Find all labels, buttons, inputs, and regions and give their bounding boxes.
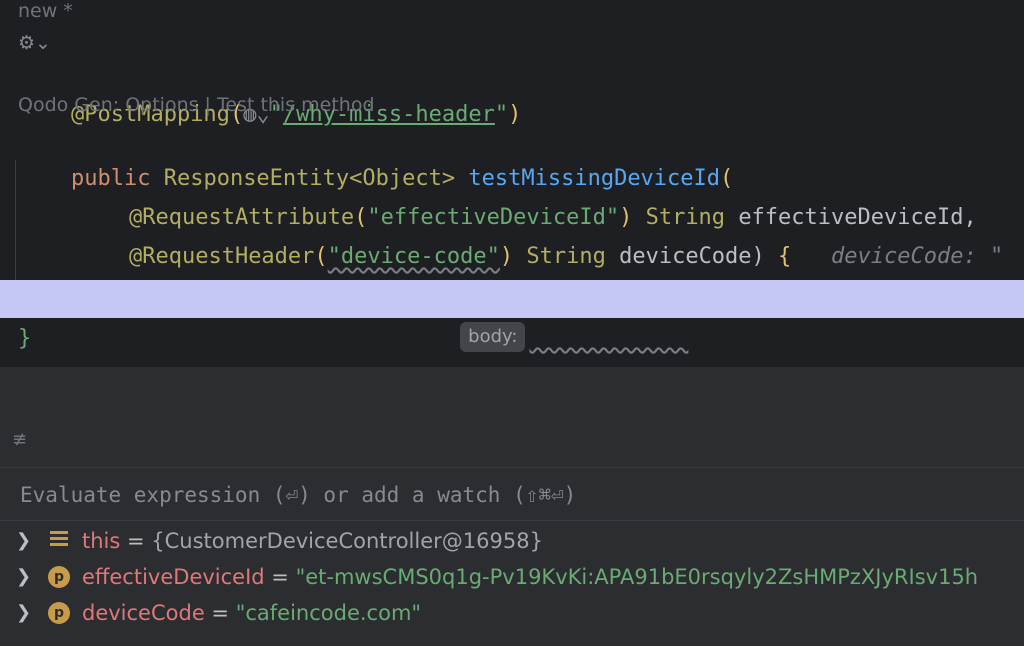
variable-eq: = — [120, 529, 152, 553]
field-stack-icon — [50, 531, 68, 549]
variable-eq: = — [204, 601, 236, 625]
panel-separator — [0, 367, 1024, 416]
open-brace: { — [778, 244, 792, 269]
codelens-actions[interactable]: Qodo Gen: Options | Test this method — [18, 94, 375, 116]
variable-value: "cafeincode.com" — [235, 601, 422, 625]
code-line-close-brace[interactable]: } — [0, 320, 1024, 358]
variable-name: effectiveDeviceId — [82, 565, 265, 589]
variables-panel: ❯ this = {CustomerDeviceController@16958… — [0, 521, 1024, 646]
parameter-icon: p — [48, 602, 70, 624]
param2-name: deviceCode) — [619, 244, 765, 269]
code-line-return-current[interactable]: return ResponseEntity.ok(body: "cafeincod… — [0, 280, 1024, 352]
param2-type: String — [526, 244, 606, 269]
inline-value-hint: deviceCode: " — [831, 244, 1004, 269]
variable-name: this — [82, 529, 121, 553]
variable-row-this[interactable]: ❯ this = {CustomerDeviceController@16958… — [0, 523, 1024, 559]
variable-name: deviceCode — [82, 601, 205, 625]
code-line-annotation[interactable]: @PostMapping(◍⌄"/why-miss-header") — [0, 58, 1024, 127]
variable-row-effectivedeviceid[interactable]: ❯ p effectiveDeviceId = "et-mwsCMS0q1g-P… — [0, 559, 1024, 595]
chevron-right-icon[interactable]: ❯ — [16, 559, 31, 595]
mute-breakpoints-icon[interactable]: ≢ — [12, 429, 27, 450]
variable-eq: = — [264, 565, 296, 589]
chevron-right-icon[interactable]: ❯ — [16, 595, 31, 631]
evaluate-expression-input[interactable] — [18, 478, 1012, 512]
gutter-actions-icon[interactable]: ⚙⌄ — [18, 32, 51, 54]
code-editor[interactable]: new * ⚙⌄ @PostMapping(◍⌄"/why-miss-heade… — [0, 0, 1024, 367]
param2-arg: "device-code" — [327, 244, 500, 269]
evaluate-expression-bar — [0, 468, 1024, 521]
variable-value: {CustomerDeviceController@16958} — [151, 529, 543, 553]
chevron-right-icon[interactable]: ❯ — [16, 523, 31, 559]
code-line-param1[interactable]: @RequestAttribute("effectiveDeviceId") S… — [0, 161, 1024, 230]
debug-toolbar: ≢ — [0, 415, 1024, 468]
parameter-icon: p — [48, 566, 70, 588]
file-status-hint: new * — [18, 0, 73, 22]
code-line-param2[interactable]: @RequestHeader("device-code") String dev… — [0, 200, 1024, 269]
code-line-signature[interactable]: public ResponseEntity<Object> testMissin… — [0, 122, 1024, 191]
variable-value: "et-mwsCMS0q1g-Pv19KvKi:APA91bE0rsqyly2Z… — [295, 565, 979, 589]
variable-row-devicecode[interactable]: ❯ p deviceCode = "cafeincode.com" — [0, 595, 1024, 631]
annotation-requestheader: @RequestHeader — [128, 244, 315, 269]
